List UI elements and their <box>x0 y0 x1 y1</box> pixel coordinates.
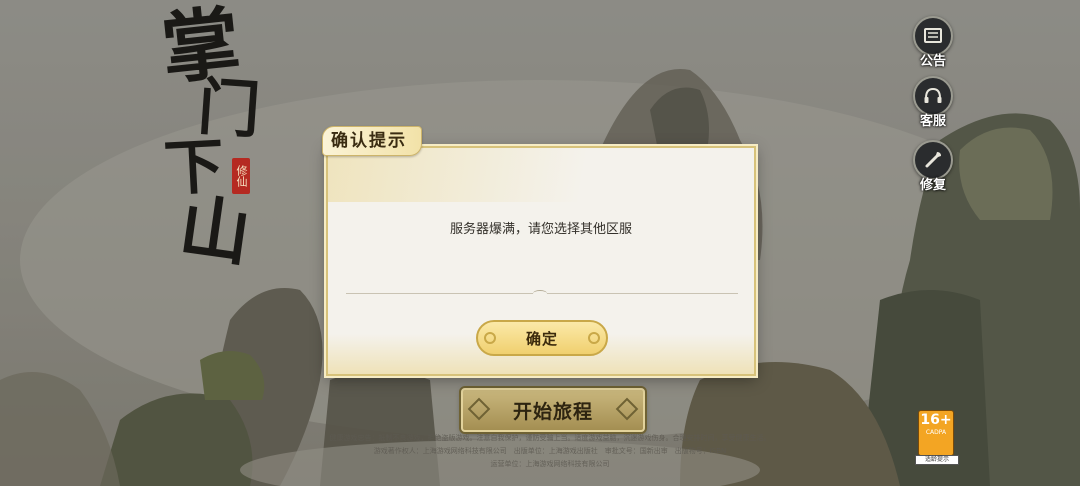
age-rating-label: 适龄提示 <box>915 455 959 465</box>
start-journey-button[interactable]: 开始旅程 <box>461 388 645 432</box>
notice-label: 公告 <box>919 54 946 69</box>
logo-seal: 修仙 <box>232 158 250 194</box>
repair-button[interactable]: 修复 <box>911 140 955 193</box>
divider-ornament <box>533 290 547 297</box>
start-journey-label: 开始旅程 <box>512 400 593 423</box>
legal-line-1: 健康游戏忠告：抵制不良游戏，拒绝盗版游戏。注意自我保护，谨防受骗上当。适度游戏益… <box>329 434 771 442</box>
dialog-message: 服务器爆满，请您选择其他区服 <box>449 222 632 237</box>
age-rating-org: CADPA <box>925 429 947 436</box>
age-rating-number: 16+ <box>920 412 952 428</box>
legal-line-2: 游戏著作权人：上海游戏网络科技有限公司 出版单位：上海游戏出版社 审批文号：国新… <box>373 447 727 455</box>
customer-service-button[interactable]: 客服 <box>911 76 955 129</box>
repair-label: 修复 <box>919 178 946 193</box>
confirm-button[interactable]: 确定 <box>476 320 608 356</box>
notice-button[interactable]: 公告 <box>911 16 955 69</box>
confirm-label: 确定 <box>525 329 558 348</box>
legal-line-3: 运营单位：上海游戏网络科技有限公司 <box>490 460 610 468</box>
logo-char-4: 山 <box>174 184 256 277</box>
legal-notice: 健康游戏忠告：抵制不良游戏，拒绝盗版游戏。注意自我保护，谨防受骗上当。适度游戏益… <box>270 432 830 471</box>
customer-service-label: 客服 <box>919 114 946 129</box>
game-logo: 掌 门 下 山 修仙 <box>157 0 278 277</box>
confirm-dialog: 服务器爆满，请您选择其他区服 确定 <box>326 146 756 376</box>
age-rating-badge[interactable]: 16+ CADPA 适龄提示 <box>915 410 959 465</box>
dialog-title: 确认提示 <box>322 126 422 156</box>
